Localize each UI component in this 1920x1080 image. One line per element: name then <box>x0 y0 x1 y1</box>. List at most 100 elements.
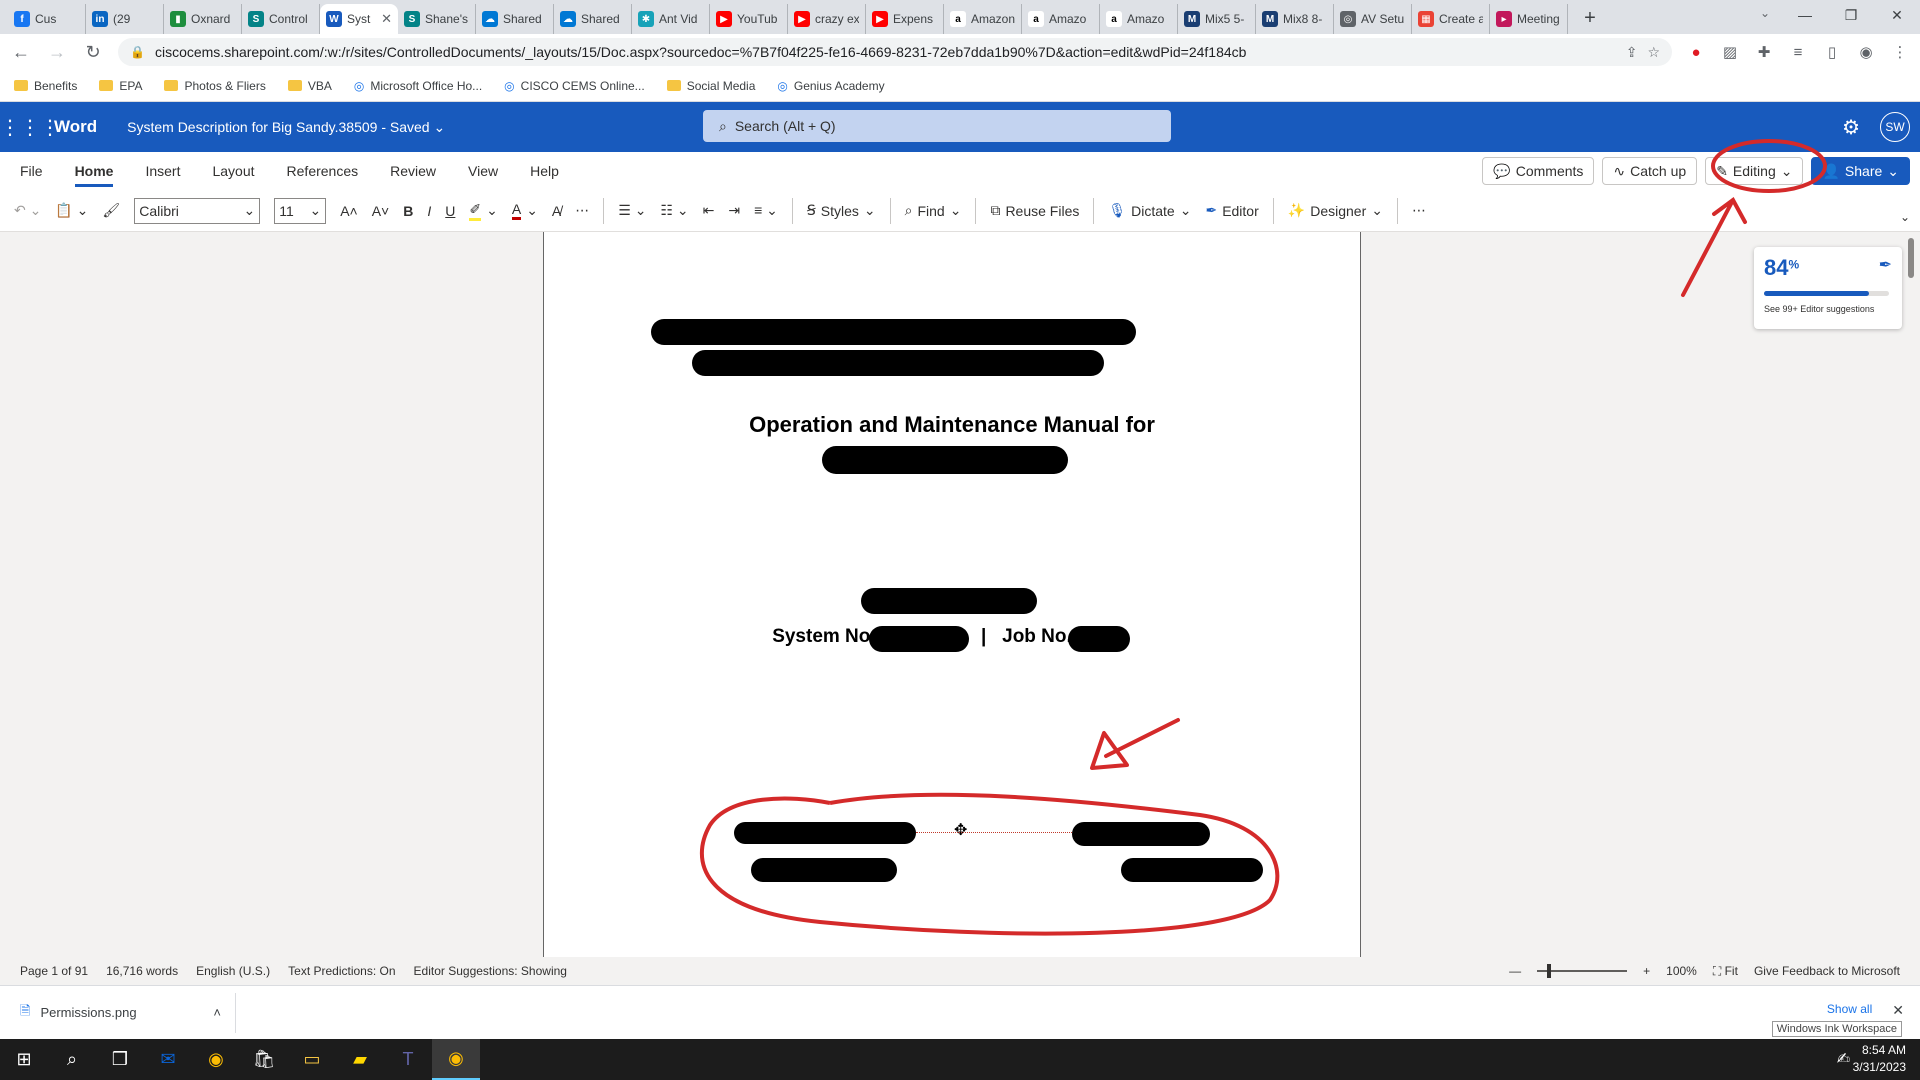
vertical-scrollbar[interactable] <box>1908 238 1914 278</box>
dictate-button[interactable]: 🎙 Dictate ⌄ <box>1108 202 1191 219</box>
browser-tab[interactable]: f Cus <box>8 4 86 34</box>
settings-gear-icon[interactable]: ⚙ <box>1842 115 1860 140</box>
bookmark-item[interactable]: Social Media <box>666 79 755 93</box>
taskbar-search-icon[interactable]: ⌕ <box>48 1039 96 1080</box>
reuse-files-button[interactable]: ⧉ Reuse Files <box>990 202 1079 219</box>
increase-indent-icon[interactable]: ⇥ <box>728 202 740 219</box>
restore-icon[interactable]: ❐ <box>1828 0 1874 30</box>
comments-button[interactable]: 💬 Comments <box>1482 157 1595 185</box>
side-panel-icon[interactable]: ▯ <box>1822 43 1842 61</box>
outlook-icon[interactable]: ✉ <box>144 1039 192 1080</box>
download-item[interactable]: 🗎 Permissions.png ˄ <box>20 992 236 1033</box>
windows-ink-icon[interactable]: ✍ <box>1837 1049 1850 1069</box>
browser-tab[interactable]: ✱ Ant Vid <box>632 4 710 34</box>
word-count[interactable]: 16,716 words <box>106 964 178 978</box>
browser-tab[interactable]: ▮ Oxnard <box>164 4 242 34</box>
browser-menu-icon[interactable]: ⋮ <box>1890 43 1910 61</box>
sticky-notes-icon[interactable]: ▰ <box>336 1039 384 1080</box>
browser-tab[interactable]: M Mix8 8- <box>1256 4 1334 34</box>
puzzle-extensions-icon[interactable]: ✚ <box>1754 43 1774 61</box>
reload-icon[interactable]: ↻ <box>82 42 104 63</box>
bookmark-item[interactable]: ◎ Microsoft Office Ho... <box>354 79 482 93</box>
store-icon[interactable]: 🛍 <box>240 1039 288 1080</box>
browser-tab[interactable]: ▶ crazy ex <box>788 4 866 34</box>
editor-score-panel[interactable]: 84% ✒ See 99+ Editor suggestions <box>1754 247 1902 329</box>
ribbon-tab-help[interactable]: Help <box>530 163 559 179</box>
bookmark-item[interactable]: VBA <box>287 79 332 93</box>
browser-tab[interactable]: S Control <box>242 4 320 34</box>
editor-suggestions-link[interactable]: See 99+ Editor suggestions <box>1764 304 1892 314</box>
ribbon-tab-layout[interactable]: Layout <box>212 163 254 179</box>
show-all-button[interactable]: Show all <box>1827 1002 1872 1019</box>
browser-tab[interactable]: a Amazon <box>944 4 1022 34</box>
url-text[interactable]: ciscocems.sharepoint.com/:w:/r/sites/Con… <box>155 44 1616 60</box>
bookmark-item[interactable]: ◎ Genius Academy <box>777 79 884 93</box>
chrome-icon[interactable]: ◉ <box>192 1039 240 1080</box>
ribbon-tab-review[interactable]: Review <box>390 163 436 179</box>
bullets-icon[interactable]: ☰ ⌄ <box>618 202 646 219</box>
find-button[interactable]: ⌕ Find ⌄ <box>905 202 962 219</box>
teams-icon[interactable]: T <box>384 1039 432 1080</box>
opera-extension-icon[interactable]: ● <box>1686 44 1706 61</box>
word-brand[interactable]: Word <box>54 117 97 137</box>
app-launcher-icon[interactable]: ⋮⋮⋮ <box>0 115 60 140</box>
reading-list-icon[interactable]: ≡ <box>1788 44 1808 61</box>
ribbon-tab-references[interactable]: References <box>287 163 359 179</box>
undo-icon[interactable]: ↶ ⌄ <box>14 202 41 219</box>
search-box[interactable]: ⌕ Search (Alt + Q) <box>703 110 1171 142</box>
font-name-select[interactable]: Calibri ⌄ <box>134 197 261 224</box>
url-bar[interactable]: 🔒 ciscocems.sharepoint.com/:w:/r/sites/C… <box>118 38 1672 66</box>
task-view-icon[interactable]: ❒ <box>96 1039 144 1080</box>
styles-button[interactable]: Ꞩ Styles ⌄ <box>807 202 876 219</box>
page-count[interactable]: Page 1 of 91 <box>20 964 88 978</box>
align-icon[interactable]: ≡ ⌄ <box>754 202 778 219</box>
close-window-icon[interactable]: ✕ <box>1874 0 1920 30</box>
decrease-indent-icon[interactable]: ⇤ <box>703 202 715 219</box>
browser-tab[interactable]: ▶ YouTub <box>710 4 788 34</box>
font-color-icon[interactable]: A ⌄ <box>511 201 538 220</box>
browser-tab[interactable]: S Shane's <box>398 4 476 34</box>
chevron-up-icon[interactable]: ˄ <box>213 1005 221 1020</box>
more-options-icon[interactable]: ⋯ <box>1412 202 1426 219</box>
document-title[interactable]: System Description for Big Sandy.38509 -… <box>127 119 445 136</box>
more-font-options-icon[interactable]: ⋯ <box>575 202 589 219</box>
extension-icon[interactable]: ▨ <box>1720 43 1740 61</box>
italic-icon[interactable]: I <box>427 203 431 219</box>
ribbon-collapse-icon[interactable]: ⌄ <box>1900 210 1910 224</box>
browser-tab[interactable]: ▦ Create a <box>1412 4 1490 34</box>
file-explorer-icon[interactable]: ▭ <box>288 1039 336 1080</box>
ribbon-tab-file[interactable]: File <box>20 163 43 179</box>
close-downloads-icon[interactable]: ✕ <box>1892 1002 1904 1019</box>
text-predictions[interactable]: Text Predictions: On <box>288 964 395 978</box>
system-tray-clock[interactable]: 8:54 AM 3/31/2023 <box>1853 1042 1906 1076</box>
user-avatar[interactable]: SW <box>1880 112 1910 142</box>
browser-tab[interactable]: ☁ Shared <box>554 4 632 34</box>
underline-icon[interactable]: U <box>445 203 455 219</box>
zoom-thumb[interactable] <box>1547 964 1552 978</box>
ribbon-tab-view[interactable]: View <box>468 163 498 179</box>
chrome-active-icon[interactable]: ◉ <box>432 1039 480 1080</box>
windows-start-icon[interactable]: ⊞ <box>0 1039 48 1080</box>
ribbon-tab-home[interactable]: Home <box>74 163 114 187</box>
clear-formatting-icon[interactable]: A̸ <box>552 203 561 219</box>
table-move-handle-icon[interactable]: ✥ <box>954 820 967 840</box>
editing-mode-button[interactable]: ✎ Editing ⌄ <box>1705 157 1804 185</box>
bookmark-item[interactable]: Benefits <box>14 79 77 93</box>
zoom-in-icon[interactable]: + <box>1643 964 1650 978</box>
paste-icon[interactable]: 📋 ⌄ <box>55 202 88 219</box>
browser-tab[interactable]: ▸ Meeting <box>1490 4 1568 34</box>
grow-font-icon[interactable]: A˄ <box>340 203 358 219</box>
browser-tab[interactable]: a Amazo <box>1022 4 1100 34</box>
browser-tab[interactable]: ☁ Shared <box>476 4 554 34</box>
new-tab-button[interactable]: + <box>1576 4 1604 32</box>
designer-button[interactable]: ✨ Designer ⌄ <box>1288 202 1383 219</box>
bookmark-item[interactable]: ◎ CISCO CEMS Online... <box>504 79 645 93</box>
catch-up-button[interactable]: ∿ Catch up <box>1602 157 1698 185</box>
editor-suggestions-status[interactable]: Editor Suggestions: Showing <box>414 964 567 978</box>
bold-icon[interactable]: B <box>403 203 413 219</box>
lock-icon[interactable]: 🔒 <box>130 45 145 59</box>
bookmark-item[interactable]: Photos & Fliers <box>164 79 266 93</box>
browser-tab[interactable]: in (29 <box>86 4 164 34</box>
format-painter-icon[interactable]: 🖌 <box>102 202 120 219</box>
minimize-icon[interactable]: — <box>1782 0 1828 30</box>
